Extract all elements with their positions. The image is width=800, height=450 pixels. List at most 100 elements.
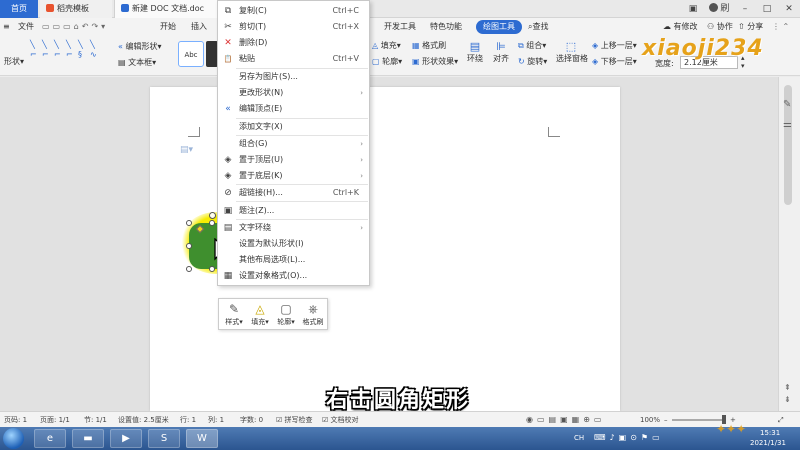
mini-format-painter-button[interactable]: ⎈ 格式刷 xyxy=(299,301,327,327)
menu-start[interactable]: 开始 xyxy=(160,18,176,36)
start-button[interactable] xyxy=(3,428,24,449)
delete-label: 删除(D) xyxy=(239,38,268,47)
sogou-icon[interactable]: S xyxy=(148,429,180,448)
send-backward-button[interactable]: ◈ 下移一层▾ xyxy=(592,56,637,67)
wps-writer-icon[interactable]: W xyxy=(186,429,218,448)
context-menu-item-group[interactable]: 组合(G) › xyxy=(218,136,369,152)
context-menu-item-hyperlink[interactable]: ⊘ 超链接(H)... Ctrl+K xyxy=(218,185,369,201)
rotation-handle[interactable] xyxy=(209,212,216,219)
context-menu-item-cut[interactable]: ✂ 剪切(T) Ctrl+X xyxy=(218,19,369,35)
media-player-icon[interactable]: ▶ xyxy=(110,429,142,448)
more-icon[interactable]: ⋮ ⌃ xyxy=(772,18,789,36)
maximize-icon[interactable]: □ xyxy=(756,0,778,18)
menu-drawing-tools[interactable]: 绘图工具 xyxy=(476,20,522,34)
menu-file[interactable]: 文件 xyxy=(18,18,34,36)
spell-check-button[interactable]: ☑ 拼写检查 xyxy=(276,412,313,428)
context-menu-item-format-object[interactable]: ▦ 设置对象格式(O)... xyxy=(218,268,369,284)
format-painter-button[interactable]: ▦ 格式刷 xyxy=(412,40,446,51)
resize-handle[interactable] xyxy=(209,266,215,272)
has-changes-button[interactable]: ☁ 有修改 xyxy=(663,18,698,36)
context-menu-item-caption[interactable]: ▣ 题注(Z)... xyxy=(218,203,369,219)
tray-icons[interactable]: ⌨♪▣⊙⚑▭ xyxy=(594,433,664,442)
shape-button[interactable]: 形状▾ xyxy=(4,56,24,67)
status-line[interactable]: 行: 1 xyxy=(180,412,196,428)
context-menu-item-text-wrap[interactable]: ▤ 文字环绕 › xyxy=(218,220,369,236)
context-menu-item-paste[interactable]: 📋 粘贴 Ctrl+V xyxy=(218,51,369,67)
avatar[interactable]: 刷 xyxy=(704,0,734,18)
group-button[interactable]: ⧉ 组合▾ xyxy=(518,40,546,51)
clock-date[interactable]: 2021/1/31 xyxy=(750,439,786,447)
skin-icon[interactable]: ▣ xyxy=(682,0,704,18)
copy-icon: ⧉ xyxy=(224,6,232,16)
shape-effects-button[interactable]: ▣ 形状效果▾ xyxy=(412,56,458,67)
status-word-count[interactable]: 字数: 0 xyxy=(240,412,263,428)
resize-handle[interactable] xyxy=(209,220,215,226)
edit-shape-button[interactable]: « 编辑形状▾ xyxy=(118,41,161,52)
resize-handle[interactable] xyxy=(186,243,192,249)
menu-hamburger-icon[interactable]: ≡ xyxy=(3,18,10,36)
view-mode-icons[interactable]: ◉▭▤▣▦⊕▭ xyxy=(526,412,605,428)
resize-handle[interactable] xyxy=(186,266,192,272)
send-to-back-label: 置于底层(K) xyxy=(239,171,283,180)
context-menu-item-save-as-image[interactable]: 另存为图片(S)... xyxy=(218,69,369,85)
minimize-icon[interactable]: – xyxy=(734,0,756,18)
status-column[interactable]: 列: 1 xyxy=(208,412,224,428)
menu-developer[interactable]: 开发工具 xyxy=(384,18,416,36)
zoom-out-icon[interactable]: – xyxy=(664,412,668,428)
copy-label: 复制(C) xyxy=(239,6,267,15)
doc-proof-button[interactable]: ☑ 文档校对 xyxy=(322,412,359,428)
status-section[interactable]: 节: 1/1 xyxy=(84,412,107,428)
vertical-scrollbar[interactable]: ✎ ⚌ ⇞ ⇟ xyxy=(778,77,800,411)
ime-indicator[interactable]: CH xyxy=(574,434,584,442)
context-menu-item-delete[interactable]: ✕ 删除(D) xyxy=(218,35,369,51)
outline-button[interactable]: ▢ 轮廓▾ xyxy=(372,56,402,67)
shape-gallery[interactable]: ╲ ╲ ╲ ╲ ╲ ╲ ⌐ ⌐ ⌐ ⌐ § ∿ xyxy=(30,40,108,60)
context-menu-item-send-to-back[interactable]: ◈ 置于底层(K) › xyxy=(218,168,369,184)
mini-style-button[interactable]: ✎ 样式▾ xyxy=(221,301,247,327)
fullscreen-icon[interactable]: ⤢ xyxy=(778,412,784,428)
tab-document[interactable]: 新建 DOC 文档.doc xyxy=(114,0,224,18)
zoom-slider[interactable] xyxy=(672,419,724,421)
file-explorer-icon[interactable]: ▬ xyxy=(72,429,104,448)
context-menu-item-other-layout[interactable]: 其他布局选项(L)... xyxy=(218,252,369,268)
text-box-button[interactable]: ▤ 文本框▾ xyxy=(118,57,156,68)
quick-access-icons[interactable]: ▭▭▭⌂↶↷▾ xyxy=(42,18,108,36)
bring-forward-button[interactable]: ◈ 上移一层▾ xyxy=(592,40,637,51)
share-button[interactable]: ⇧ 分享 xyxy=(738,18,763,36)
context-menu-item-copy[interactable]: ⧉ 复制(C) Ctrl+C xyxy=(218,3,369,19)
menu-search[interactable]: ⌕查找 xyxy=(528,18,548,36)
zoom-level[interactable]: 100% xyxy=(640,412,660,428)
scroll-down-icon[interactable]: ⇟ xyxy=(784,395,791,404)
status-position[interactable]: 设置值: 2.5厘米 xyxy=(118,412,169,428)
status-page-number[interactable]: 页码: 1 xyxy=(4,412,27,428)
menu-insert[interactable]: 插入 xyxy=(191,18,207,36)
ie-icon[interactable]: e xyxy=(34,429,66,448)
tab-home[interactable]: 首页 xyxy=(0,0,38,18)
context-menu-item-add-text[interactable]: 添加文字(X) xyxy=(218,119,369,135)
context-menu-item-edit-points[interactable]: « 编辑顶点(E) xyxy=(218,101,369,117)
wrap-button[interactable]: ▤ 环绕 xyxy=(464,40,486,64)
collab-button[interactable]: ⚇ 协作 xyxy=(707,18,733,36)
shape-style-preset[interactable]: Abc xyxy=(178,41,204,67)
pen-icon[interactable]: ✎ xyxy=(783,99,791,110)
context-menu-item-set-default-shape[interactable]: 设置为默认形状(I) xyxy=(218,236,369,252)
adjust-icon[interactable]: ⚌ xyxy=(783,119,792,130)
context-menu-item-bring-to-front[interactable]: ◈ 置于顶层(U) › xyxy=(218,152,369,168)
close-icon[interactable]: ✕ xyxy=(778,0,800,18)
menu-special[interactable]: 特色功能 xyxy=(430,18,462,36)
fill-button[interactable]: ◬ 填充▾ xyxy=(372,40,401,51)
rotate-button[interactable]: ↻ 旋转▾ xyxy=(518,56,547,67)
align-button[interactable]: ⊫ 对齐 xyxy=(490,40,512,64)
resize-handle[interactable] xyxy=(186,220,192,226)
mini-fill-button[interactable]: ◬ 填充▾ xyxy=(247,301,273,327)
selection-pane-icon: ⬚ xyxy=(565,40,577,53)
tab-templates[interactable]: 稻壳模板 xyxy=(40,0,112,18)
windows-taskbar: e ▬ ▶ S W CH ⌨♪▣⊙⚑▭ 15:31 2021/1/31 xyxy=(0,427,800,450)
mini-outline-button[interactable]: ▢ 轮廓▾ xyxy=(273,301,299,327)
paragraph-icon[interactable]: ▤▾ xyxy=(180,145,193,155)
context-menu-item-change-shape[interactable]: 更改形状(N) › xyxy=(218,85,369,101)
selection-pane-button[interactable]: ⬚ 选择窗格 xyxy=(556,40,588,64)
scroll-up-icon[interactable]: ⇞ xyxy=(784,383,791,392)
wrap-icon: ▤ xyxy=(469,40,481,53)
status-pages[interactable]: 页面: 1/1 xyxy=(40,412,70,428)
